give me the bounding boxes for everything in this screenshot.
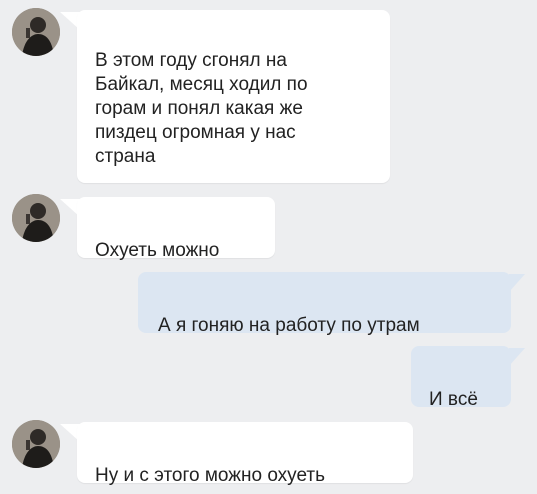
message-text: В этом году сгонял на Байкал, месяц ходи… xyxy=(95,50,308,167)
avatar-icon xyxy=(12,8,60,56)
message-text: Ну и с этого можно охуеть xyxy=(95,465,326,486)
avatar[interactable] xyxy=(12,8,60,56)
message-bubble[interactable]: И всё xyxy=(411,346,511,410)
message-bubble[interactable]: А я гоняю на работу по утрам xyxy=(138,272,511,336)
avatar[interactable] xyxy=(12,420,60,468)
message-text: А я гоняю на работу по утрам xyxy=(158,315,420,336)
message-bubble[interactable]: Ну и с этого можно охуеть xyxy=(77,422,413,486)
bubble-tail xyxy=(509,348,525,366)
avatar-icon xyxy=(12,194,60,242)
avatar[interactable] xyxy=(12,194,60,242)
avatar-icon xyxy=(12,420,60,468)
message-bubble[interactable]: Охуеть можно xyxy=(77,197,275,261)
message-bubble[interactable]: В этом году сгонял на Байкал, месяц ходи… xyxy=(77,10,390,183)
message-text: Охуеть можно xyxy=(95,240,220,261)
bubble-tail xyxy=(509,274,525,292)
message-text: И всё xyxy=(429,389,478,410)
